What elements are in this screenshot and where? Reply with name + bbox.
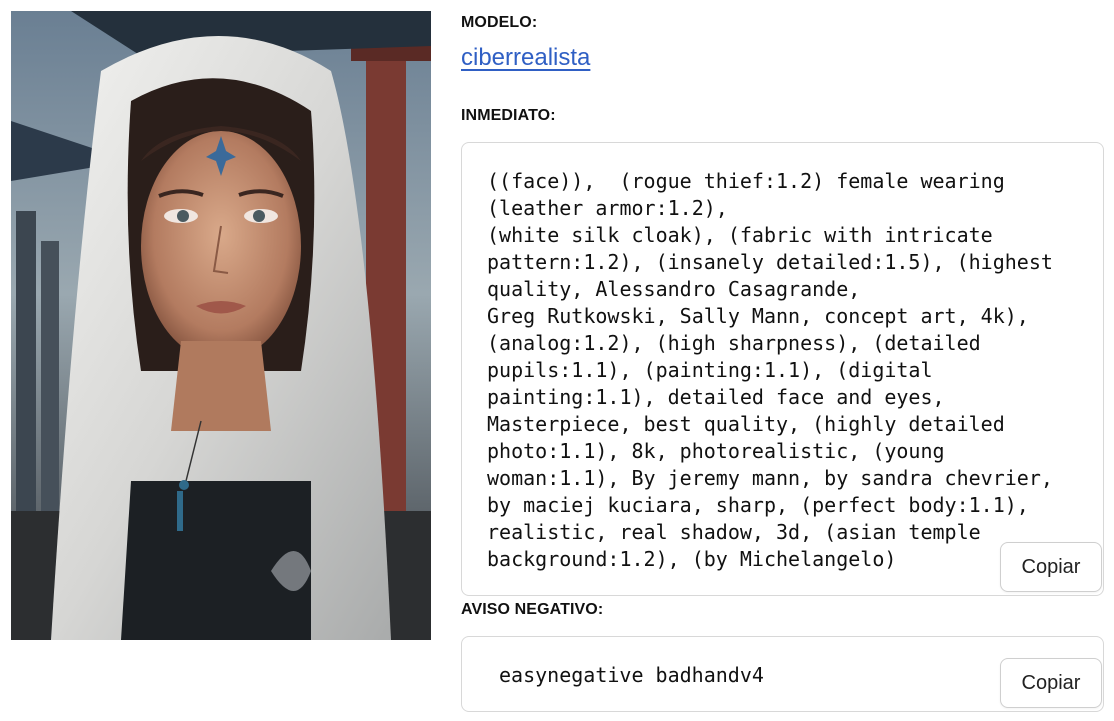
copy-prompt-button[interactable]: Copiar	[1000, 542, 1102, 592]
model-label: MODELO:	[461, 14, 538, 31]
prompt-label: INMEDIATO:	[461, 107, 556, 124]
prompt-text: ((face)), (rogue thief:1.2) female weari…	[487, 169, 1053, 571]
page: MODELO: ciberrealista INMEDIATO: ((face)…	[0, 0, 1114, 721]
negative-prompt-label: AVISO NEGATIVO:	[461, 601, 604, 618]
generated-image[interactable]	[11, 11, 431, 640]
copy-negative-button[interactable]: Copiar	[1000, 658, 1102, 708]
portrait-illustration	[11, 11, 431, 640]
prompt-box: ((face)), (rogue thief:1.2) female weari…	[461, 142, 1104, 596]
model-link[interactable]: ciberrealista	[461, 44, 590, 72]
negative-prompt-text: easynegative badhandv4	[499, 663, 764, 687]
negative-prompt-box: easynegative badhandv4 Copiar	[461, 636, 1104, 712]
